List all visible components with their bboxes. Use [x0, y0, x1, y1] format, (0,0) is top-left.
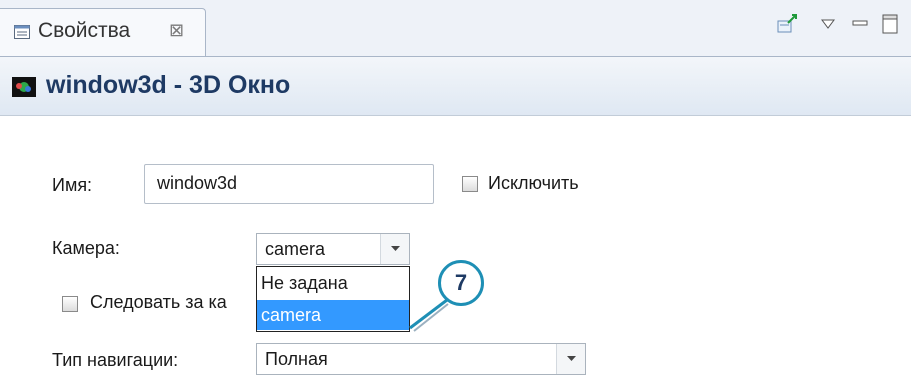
chevron-down-icon[interactable] [556, 344, 585, 374]
maximize-icon[interactable] [882, 14, 898, 39]
view-tab-bar: Свойства ⊠ [0, 0, 911, 57]
tab-properties[interactable]: Свойства ⊠ [0, 8, 206, 56]
camera-label: Камера: [52, 238, 120, 258]
navigation-type-value: Полная [265, 349, 328, 369]
tab-label: Свойства [38, 19, 131, 42]
camera-option[interactable]: Не задана [257, 268, 409, 298]
pin-icon[interactable] [777, 14, 799, 39]
chevron-down-icon[interactable] [380, 234, 409, 264]
camera-select-value: camera [265, 239, 326, 259]
page-title: window3d - 3D Окно [46, 71, 291, 99]
camera-select[interactable]: camera [256, 233, 410, 265]
follow-camera-checkbox[interactable] [62, 296, 78, 312]
minimize-icon[interactable] [852, 16, 868, 34]
navigation-type-label: Тип навигации: [52, 350, 179, 370]
window3d-icon [12, 77, 36, 97]
navigation-type-select[interactable]: Полная [256, 343, 586, 375]
exclude-label[interactable]: Исключить [488, 173, 579, 194]
view-menu-icon[interactable] [821, 16, 835, 34]
callout-marker: 7 [438, 260, 484, 306]
follow-camera-label[interactable]: Следовать за ка [90, 292, 227, 313]
close-icon[interactable]: ⊠ [169, 20, 184, 41]
exclude-checkbox[interactable] [462, 176, 478, 192]
camera-dropdown-list: Не задана camera [256, 266, 410, 332]
properties-header: window3d - 3D Окно [0, 57, 911, 116]
properties-icon [14, 25, 30, 39]
name-label: Имя: [52, 175, 93, 195]
camera-option-selected[interactable]: camera [257, 300, 409, 330]
name-input[interactable]: window3d [144, 164, 434, 204]
